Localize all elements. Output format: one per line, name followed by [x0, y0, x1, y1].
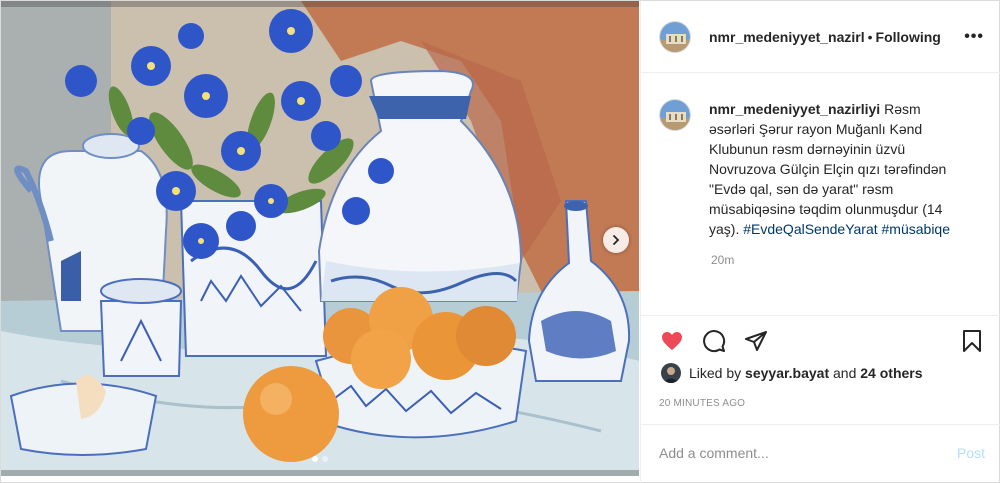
comment-input[interactable]: [659, 444, 939, 461]
comment-button[interactable]: [701, 328, 727, 354]
chevron-right-icon: [613, 235, 620, 245]
caption: nmr_medeniyyet_nazirliyi Rəsm əsərləri Ş…: [659, 99, 985, 239]
carousel-dot: [312, 456, 318, 462]
others-count-link[interactable]: 24 others: [860, 365, 922, 381]
comment-icon: [703, 329, 726, 352]
liker-username[interactable]: seyyar.bayat: [745, 365, 829, 381]
post-comment-button[interactable]: Post: [957, 445, 985, 461]
building-icon: [660, 100, 690, 130]
comments-area: nmr_medeniyyet_nazirliyi Rəsm əsərləri Ş…: [641, 73, 1000, 313]
share-icon: [745, 330, 767, 351]
caption-age[interactable]: 20m: [711, 253, 985, 267]
watercolor-painting: [1, 1, 639, 476]
avatar[interactable]: [659, 99, 691, 131]
avatar[interactable]: [661, 363, 681, 383]
post-header: nmr_medeniyyet_nazirl • Following •••: [641, 1, 1000, 73]
separator-dot: •: [867, 28, 873, 45]
caption-body: Rəsm əsərləri Şərur rayon Muğanlı Kənd K…: [709, 101, 947, 237]
avatar[interactable]: [659, 20, 691, 53]
more-options-icon[interactable]: •••: [964, 28, 984, 46]
hashtag-link[interactable]: #müsabiqe: [882, 221, 951, 237]
post-image[interactable]: [1, 1, 639, 476]
bookmark-icon: [963, 329, 981, 352]
post-side-panel: nmr_medeniyyet_nazirl • Following ••• nm…: [640, 1, 1000, 483]
caption-text: nmr_medeniyyet_nazirliyi Rəsm əsərləri Ş…: [709, 99, 959, 239]
header-username[interactable]: nmr_medeniyyet_nazirl: [709, 29, 865, 45]
share-button[interactable]: [743, 328, 769, 354]
save-button[interactable]: [959, 328, 985, 354]
likes-and-label: and: [833, 365, 857, 381]
carousel-indicator: [1, 456, 639, 462]
add-comment-bar: Post: [641, 424, 1000, 480]
heart-filled-icon: [662, 331, 682, 350]
user-avatar-icon: [661, 363, 681, 383]
like-button[interactable]: [659, 328, 685, 354]
instagram-post: nmr_medeniyyet_nazirl • Following ••• nm…: [0, 0, 1000, 483]
carousel-dot: [322, 456, 328, 462]
liked-by-label: Liked by: [689, 365, 742, 381]
action-bar: [641, 315, 1000, 365]
hashtag-link[interactable]: #EvdeQalSendeYarat: [743, 221, 877, 237]
following-button[interactable]: Following: [876, 29, 941, 45]
post-timestamp[interactable]: 20 MINUTES AGO: [659, 398, 745, 409]
next-slide-button[interactable]: [603, 227, 629, 253]
building-icon: [660, 21, 690, 52]
likes-summary: Liked by seyyar.bayat and 24 others: [661, 363, 923, 383]
caption-username[interactable]: nmr_medeniyyet_nazirliyi: [709, 101, 880, 117]
